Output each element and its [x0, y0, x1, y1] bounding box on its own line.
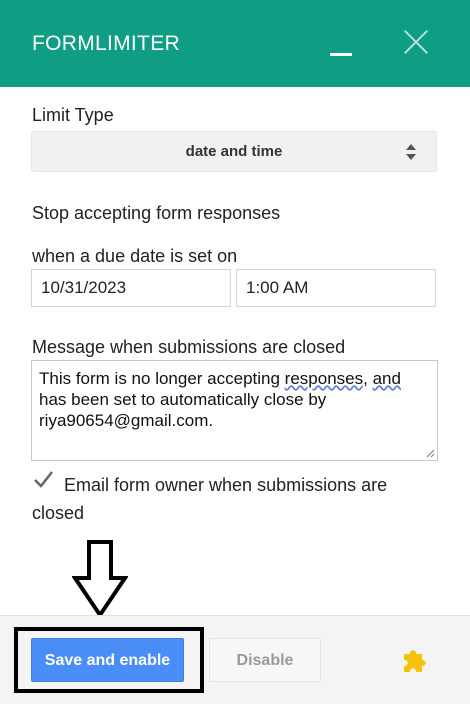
date-field[interactable]: 10/31/2023: [31, 269, 231, 307]
message-text: This form is no longer accepting: [39, 369, 285, 388]
message-text-underlined: and: [372, 369, 401, 388]
message-text: has been set to automatically close by r…: [39, 390, 327, 430]
down-arrow-icon: [72, 540, 128, 618]
time-field[interactable]: 1:00 AM: [236, 269, 436, 307]
annotation-highlight-box: [14, 627, 204, 693]
stop-accepting-heading: Stop accepting form responses: [32, 203, 281, 223]
limit-type-value: date and time: [185, 143, 283, 160]
due-date-label: when a due date is set on: [32, 246, 238, 266]
app-header: FORMLIMITER: [0, 0, 470, 87]
resize-grip-icon[interactable]: [426, 449, 435, 458]
minimize-icon[interactable]: [330, 34, 354, 56]
puzzle-icon[interactable]: [400, 645, 430, 675]
message-text-underlined: responses,: [284, 369, 368, 388]
limit-type-label: Limit Type: [32, 105, 114, 125]
disable-button[interactable]: Disable: [209, 638, 321, 682]
email-owner-label: Email form owner when submissions are cl…: [32, 475, 388, 523]
close-icon[interactable]: [402, 29, 430, 55]
select-arrows-icon: [406, 144, 416, 160]
app-title: FORMLIMITER: [32, 32, 180, 55]
closed-message-textarea[interactable]: This form is no longer accepting respons…: [31, 360, 438, 461]
message-label: Message when submissions are closed: [32, 337, 346, 357]
limit-type-select[interactable]: date and time: [31, 131, 437, 172]
